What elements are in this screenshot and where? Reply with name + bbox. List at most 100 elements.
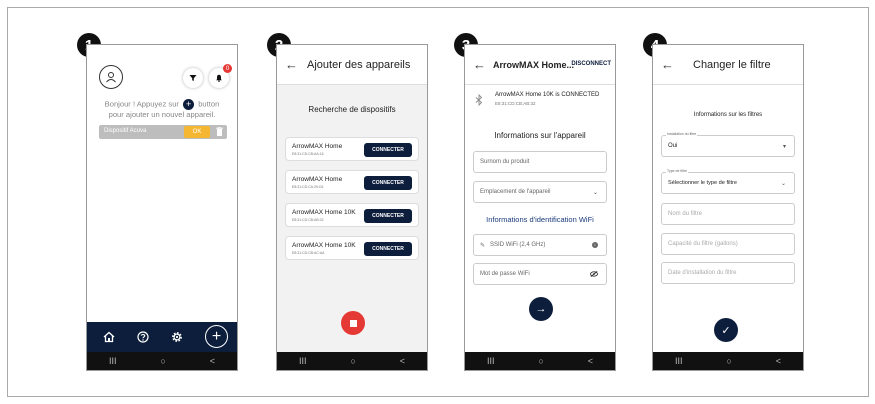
- system-nav-bar: III ○ <: [465, 352, 615, 370]
- back-arrow-icon[interactable]: ←: [661, 57, 675, 72]
- app-header: ← Ajouter des appareils: [277, 45, 427, 85]
- filter-date-placeholder: Date d'installation du filtre: [668, 270, 737, 276]
- connection-mac: E8:31:CD:CB:AB:32: [495, 101, 536, 106]
- connect-button[interactable]: CONNECTER: [364, 242, 412, 256]
- app-header: ← ArrowMAX Home... DISCONNECT: [465, 45, 615, 85]
- nav-back-button[interactable]: <: [776, 356, 781, 366]
- phone-screen-home: 0 Bonjour ! Appuyez sur + button pour aj…: [86, 44, 238, 371]
- filter-name-placeholder: Nom du filtre: [668, 211, 703, 217]
- app-header: ← Changer le filtre: [653, 45, 803, 85]
- device-card-mac: E8:31:CD:CB:AA:16: [292, 152, 324, 156]
- device-card: ArrowMAX Home 10K E8:31:CD:CB:AC:AA CONN…: [285, 236, 419, 260]
- nav-back-button[interactable]: <: [400, 356, 405, 366]
- nav-home-button[interactable]: ○: [350, 356, 355, 366]
- phone-screen-change-filter: ← Changer le filtre Informations sur les…: [652, 44, 804, 371]
- nickname-field[interactable]: Surnom du produit: [473, 151, 607, 173]
- install-label: Installation du filtre: [666, 132, 698, 136]
- section-wifi-info: Informations d'identification WiFi: [486, 215, 594, 224]
- device-search-panel: Recherche de dispositifs ArrowMAX Home E…: [277, 85, 427, 352]
- phone-screen-add-devices: ← Ajouter des appareils Recherche de dis…: [276, 44, 428, 371]
- nav-home-button[interactable]: ○: [726, 356, 731, 366]
- filter-capacity-field[interactable]: Capacité du filtre (gallons): [661, 233, 795, 255]
- nickname-placeholder: Surnom du produit: [480, 159, 530, 165]
- device-card-name: ArrowMAX Home 10K: [292, 209, 356, 216]
- checkmark-icon: ✓: [721, 324, 731, 337]
- connect-button[interactable]: CONNECTER: [364, 176, 412, 190]
- bottom-tab-bar: +: [87, 322, 237, 352]
- device-card-mac: E8:31:CD:CB:AB:32: [292, 218, 324, 222]
- stop-scan-button[interactable]: [341, 311, 365, 335]
- ssid-placeholder: SSID WiFi (2,4 GHz): [490, 242, 546, 248]
- nav-back-button[interactable]: <: [588, 356, 593, 366]
- type-label: Type de filtre: [666, 169, 689, 173]
- next-button[interactable]: →: [529, 297, 553, 321]
- info-icon[interactable]: i: [592, 242, 598, 248]
- wifi-ssid-field[interactable]: ✎ SSID WiFi (2,4 GHz) i: [473, 234, 607, 256]
- nav-recents-button[interactable]: III: [109, 356, 117, 366]
- device-card-name: ArrowMAX Home 10K: [292, 242, 356, 249]
- confirm-button[interactable]: ✓: [714, 318, 738, 342]
- system-nav-bar: III ○ <: [277, 352, 427, 370]
- filter-button[interactable]: [183, 68, 203, 88]
- connect-button[interactable]: CONNECTER: [364, 143, 412, 157]
- stop-icon: [349, 319, 357, 327]
- location-placeholder: Emplacement de l'appareil: [480, 189, 551, 195]
- funnel-icon: [189, 75, 197, 81]
- filter-install-select[interactable]: Installation du filtre Oui ▾: [661, 132, 795, 157]
- help-icon[interactable]: [137, 331, 149, 343]
- back-arrow-icon[interactable]: ←: [285, 57, 299, 72]
- filter-date-field[interactable]: Date d'installation du filtre: [661, 262, 795, 284]
- device-card-name: ArrowMAX Home: [292, 143, 343, 150]
- connection-status: ArrowMAX Home 10K is CONNECTED: [495, 92, 600, 98]
- bluetooth-icon: [475, 94, 483, 106]
- chevron-down-icon: ⌄: [592, 189, 598, 196]
- trash-icon[interactable]: [216, 127, 223, 136]
- nav-recents-button[interactable]: III: [487, 356, 495, 366]
- chevron-down-icon: ⌄: [780, 180, 786, 187]
- device-card: ArrowMAX Home E8:31:CD:CB:AA:16 CONNECTE…: [285, 137, 419, 161]
- inline-add-icon: +: [183, 99, 195, 110]
- page-title: Ajouter des appareils: [307, 58, 411, 71]
- notification-count-badge: 0: [223, 64, 232, 73]
- system-nav-bar: III ○ <: [87, 352, 237, 370]
- type-value: Sélectionner le type de filtre: [668, 180, 738, 186]
- device-ok-button[interactable]: OK: [184, 126, 210, 138]
- eye-off-icon[interactable]: [590, 271, 598, 277]
- section-device-info: Informations sur l'appareil: [494, 131, 586, 140]
- greeting-line1-end: button: [198, 99, 220, 109]
- nav-home-button[interactable]: ○: [160, 356, 165, 366]
- search-subtitle: Recherche de dispositifs: [308, 105, 396, 114]
- nav-back-button[interactable]: <: [210, 356, 215, 366]
- connect-button[interactable]: CONNECTER: [364, 209, 412, 223]
- device-row[interactable]: Dispositif Acuva OK: [99, 125, 227, 139]
- arrow-right-icon: →: [535, 303, 547, 315]
- nav-recents-button[interactable]: III: [675, 356, 683, 366]
- disconnect-button[interactable]: DISCONNECT: [571, 61, 611, 67]
- wifi-password-field[interactable]: Mot de passe WiFi: [473, 263, 607, 285]
- pencil-icon: ✎: [480, 242, 486, 249]
- page-title: Changer le filtre: [693, 58, 771, 71]
- add-device-button[interactable]: +: [205, 325, 228, 348]
- caret-down-icon: ▾: [782, 143, 786, 150]
- nav-home-button[interactable]: ○: [538, 356, 543, 366]
- greeting-line2: pour ajouter un nouvel appareil.: [108, 110, 216, 119]
- system-nav-bar: III ○ <: [653, 352, 803, 370]
- home-icon[interactable]: [103, 331, 115, 343]
- device-card: ArrowMAX Home E8:31:CD:CA:29:C6 CONNECTE…: [285, 170, 419, 194]
- device-card-name: ArrowMAX Home: [292, 176, 343, 183]
- device-card-mac: E8:31:CD:CA:29:C6: [292, 185, 324, 189]
- profile-avatar-button[interactable]: [99, 65, 123, 89]
- password-placeholder: Mot de passe WiFi: [480, 271, 530, 277]
- device-card-mac: E8:31:CD:CB:AC:AA: [292, 251, 325, 255]
- user-icon: [106, 72, 116, 83]
- back-arrow-icon[interactable]: ←: [473, 57, 487, 72]
- settings-gear-icon[interactable]: [171, 331, 183, 343]
- install-value: Oui: [668, 143, 678, 149]
- greeting-text: Bonjour ! Appuyez sur + button pour ajou…: [87, 99, 237, 120]
- bell-icon: [216, 74, 222, 82]
- filter-type-select[interactable]: Type de filtre Sélectionner le type de f…: [661, 169, 795, 194]
- location-select[interactable]: Emplacement de l'appareil ⌄: [473, 181, 607, 203]
- filter-name-field[interactable]: Nom du filtre: [661, 203, 795, 225]
- nav-recents-button[interactable]: III: [299, 356, 307, 366]
- filter-capacity-placeholder: Capacité du filtre (gallons): [668, 241, 738, 247]
